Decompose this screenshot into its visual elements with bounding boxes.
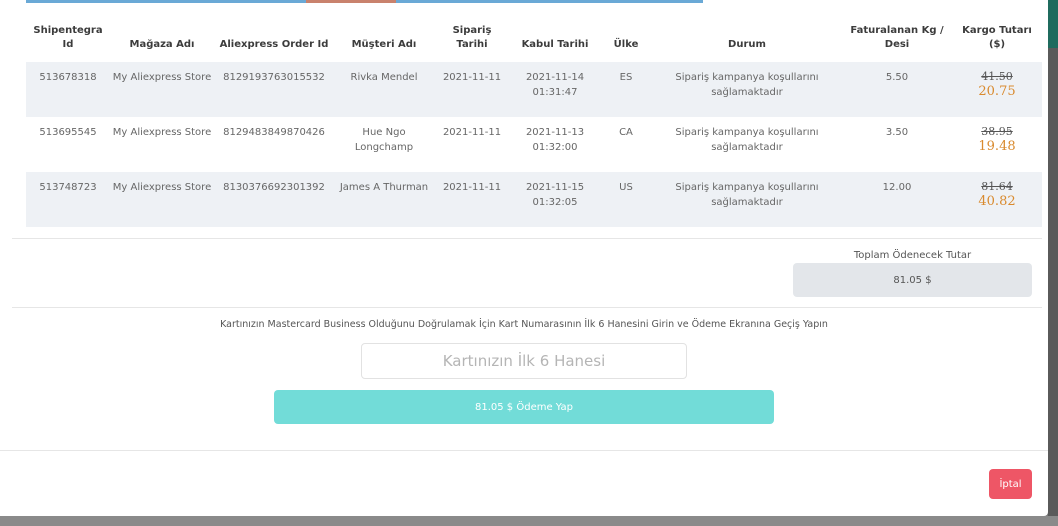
cell-status[interactable]: Sipariş kampanya koşullarını sağlamaktad… bbox=[652, 117, 842, 172]
orders-table: Shipentegra Id Mağaza Adı Aliexpress Ord… bbox=[26, 18, 1042, 227]
cell-id: 513678318 bbox=[26, 62, 110, 117]
cell-kg: 5.50 bbox=[842, 62, 952, 117]
card-first-six-input[interactable] bbox=[361, 343, 687, 379]
col-order-id: Aliexpress Order Id bbox=[219, 39, 329, 50]
cell-store: My Aliexpress Store bbox=[110, 172, 214, 227]
cell-accept-date: 2021-11-14 01:31:47 bbox=[510, 62, 600, 117]
table-header: Shipentegra Id Mağaza Adı Aliexpress Ord… bbox=[26, 18, 1042, 62]
discounted-price: 20.75 bbox=[978, 84, 1016, 99]
cell-country: ES bbox=[600, 62, 652, 117]
summary-divider bbox=[12, 307, 1042, 308]
cell-customer: Hue Ngo Longchamp bbox=[354, 127, 414, 153]
cancel-button[interactable]: İptal bbox=[989, 469, 1032, 499]
cell-country: CA bbox=[619, 127, 633, 138]
table-divider bbox=[12, 238, 1042, 239]
total-label: Toplam Ödenecek Tutar bbox=[853, 250, 972, 261]
col-country: Ülke bbox=[613, 39, 639, 50]
table-row: 513748723 My Aliexpress Store 8130376692… bbox=[26, 172, 1042, 227]
col-billed-kg: Faturalanan Kg / Desi bbox=[850, 25, 944, 50]
cell-customer: Rivka Mendel bbox=[334, 62, 434, 117]
col-shipping-amount: Kargo Tutarı ($) bbox=[962, 25, 1032, 50]
discounted-price: 40.82 bbox=[978, 194, 1016, 209]
cell-customer: James A Thurman bbox=[334, 172, 434, 227]
accept-date: 2021-11-15 bbox=[525, 182, 585, 193]
discounted-price: 19.48 bbox=[978, 139, 1016, 154]
cell-status[interactable]: Sipariş kampanya koşullarını sağlamaktad… bbox=[652, 172, 842, 227]
cell-order-date: 2021-11-11 bbox=[434, 62, 510, 117]
cell-id: 513748723 bbox=[26, 172, 110, 227]
col-customer: Müşteri Adı bbox=[351, 39, 417, 50]
footer-divider bbox=[0, 450, 1048, 451]
table-row: 513695545 My Aliexpress Store 8129483849… bbox=[26, 117, 1042, 172]
col-order-date: Sipariş Tarihi bbox=[452, 25, 492, 50]
cell-order-id: 8129483849870426 bbox=[223, 127, 325, 138]
col-shipentegra-id: Shipentegra Id bbox=[33, 25, 103, 50]
cell-status[interactable]: Sipariş kampanya koşullarını sağlamaktad… bbox=[652, 62, 842, 117]
accept-date: 2021-11-14 bbox=[525, 72, 585, 83]
cell-accept-date: 2021-11-15 01:32:05 bbox=[510, 172, 600, 227]
cell-country: US bbox=[600, 172, 652, 227]
cell-store: My Aliexpress Store bbox=[112, 127, 212, 138]
cell-price: 38.95 19.48 bbox=[952, 117, 1042, 172]
col-status: Durum bbox=[728, 39, 766, 50]
col-accept-date: Kabul Tarihi bbox=[521, 39, 589, 50]
cell-order-date: 2021-11-11 bbox=[434, 172, 510, 227]
backdrop-right bbox=[1048, 0, 1058, 526]
cell-order-id: 8130376692301392 bbox=[214, 172, 334, 227]
cell-store: My Aliexpress Store bbox=[110, 62, 214, 117]
cell-price: 81.64 40.82 bbox=[952, 172, 1042, 227]
total-amount: 81.05 $ bbox=[793, 263, 1032, 297]
col-store-name: Mağaza Adı bbox=[129, 39, 195, 50]
cell-kg: 3.50 bbox=[885, 127, 909, 138]
payment-modal: Shipentegra Id Mağaza Adı Aliexpress Ord… bbox=[0, 0, 1048, 516]
accept-time: 01:32:00 bbox=[532, 142, 578, 153]
old-price: 81.64 bbox=[981, 180, 1013, 193]
cell-kg: 12.00 bbox=[842, 172, 952, 227]
pay-button[interactable]: 81.05 $ Ödeme Yap bbox=[274, 390, 774, 424]
accept-time: 01:31:47 bbox=[532, 87, 578, 98]
cell-accept-date: 2021-11-13 01:32:00 bbox=[510, 117, 600, 172]
backdrop-accent bbox=[1048, 0, 1058, 48]
header-image-photo bbox=[306, 0, 396, 3]
old-price: 38.95 bbox=[981, 125, 1013, 138]
old-price: 41.50 bbox=[981, 70, 1013, 83]
table-row: 513678318 My Aliexpress Store 8129193763… bbox=[26, 62, 1042, 117]
accept-time: 01:32:05 bbox=[532, 197, 578, 208]
cell-id: 513695545 bbox=[39, 127, 97, 138]
backdrop-bottom bbox=[0, 516, 1058, 526]
cell-price: 41.50 20.75 bbox=[952, 62, 1042, 117]
cell-order-date: 2021-11-11 bbox=[442, 127, 502, 138]
accept-date: 2021-11-13 bbox=[525, 127, 585, 138]
cell-order-id: 8129193763015532 bbox=[214, 62, 334, 117]
card-instruction: Kartınızın Mastercard Business Olduğunu … bbox=[220, 319, 828, 330]
